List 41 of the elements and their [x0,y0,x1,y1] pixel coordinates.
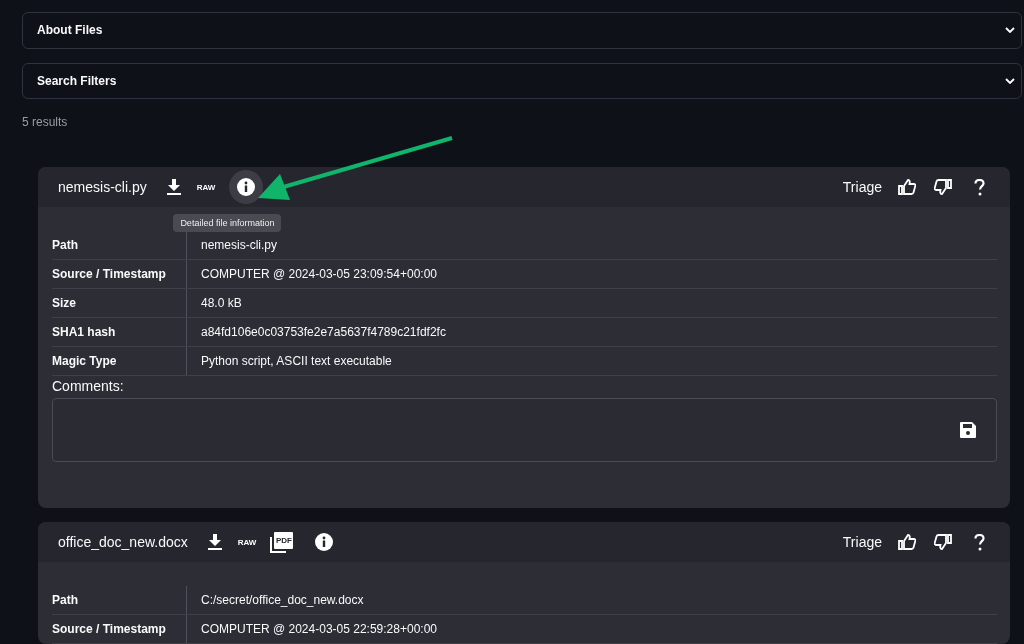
detail-label: Source / Timestamp [52,260,187,288]
info-icon [315,533,334,551]
detail-value: COMPUTER @ 2024-03-05 22:59:28+00:00 [200,622,437,636]
detail-value: COMPUTER @ 2024-03-05 23:09:54+00:00 [200,267,437,281]
results-count: 5 results [22,115,69,129]
comments-field[interactable] [52,398,997,462]
expander-label: About Files [37,23,103,38]
download-icon [166,179,181,195]
info-icon [237,178,256,196]
detail-value: 48.0 kB [200,296,242,310]
detail-label: SHA1 hash [52,318,187,346]
download-icon [207,534,222,550]
detail-label: Path [52,231,187,259]
detail-label: Magic Type [52,347,187,375]
thumbs-down-icon [934,534,952,550]
thumbs-down-icon [934,179,952,195]
expander-label: Search Filters [37,73,117,88]
thumbs-up-icon [898,534,916,550]
raw-button[interactable]: RAW [196,182,216,192]
detail-value: Python script, ASCII text executable [200,354,392,368]
triage-label: Triage [842,179,882,195]
detail-value: a84fd106e0c03753fe2e7a5637f4789c21fdf2fc [200,325,446,339]
expander-header[interactable]: About Files [22,12,1022,49]
triage-label: Triage [842,534,882,550]
chevron-icon [1005,77,1015,84]
thumbs-up-icon [898,179,916,195]
tooltip: Detailed file information [173,214,282,232]
file-name: nemesis-cli.py [58,179,147,195]
file-name: office_doc_new.docx [58,534,188,550]
raw-button[interactable]: RAW [237,537,257,547]
question-icon [973,533,985,551]
chevron-icon [1005,27,1015,34]
detail-label: Path [52,586,187,614]
save-icon[interactable] [960,422,976,438]
detail-label: Size [52,289,187,317]
detail-label: Source / Timestamp [52,615,187,643]
comments-label: Comments: [52,378,125,394]
detail-value: nemesis-cli.py [200,238,278,252]
expander-header[interactable]: Search Filters [22,62,1022,99]
detail-value: C:/secret/office_doc_new.docx [200,593,364,607]
question-icon [973,178,985,196]
